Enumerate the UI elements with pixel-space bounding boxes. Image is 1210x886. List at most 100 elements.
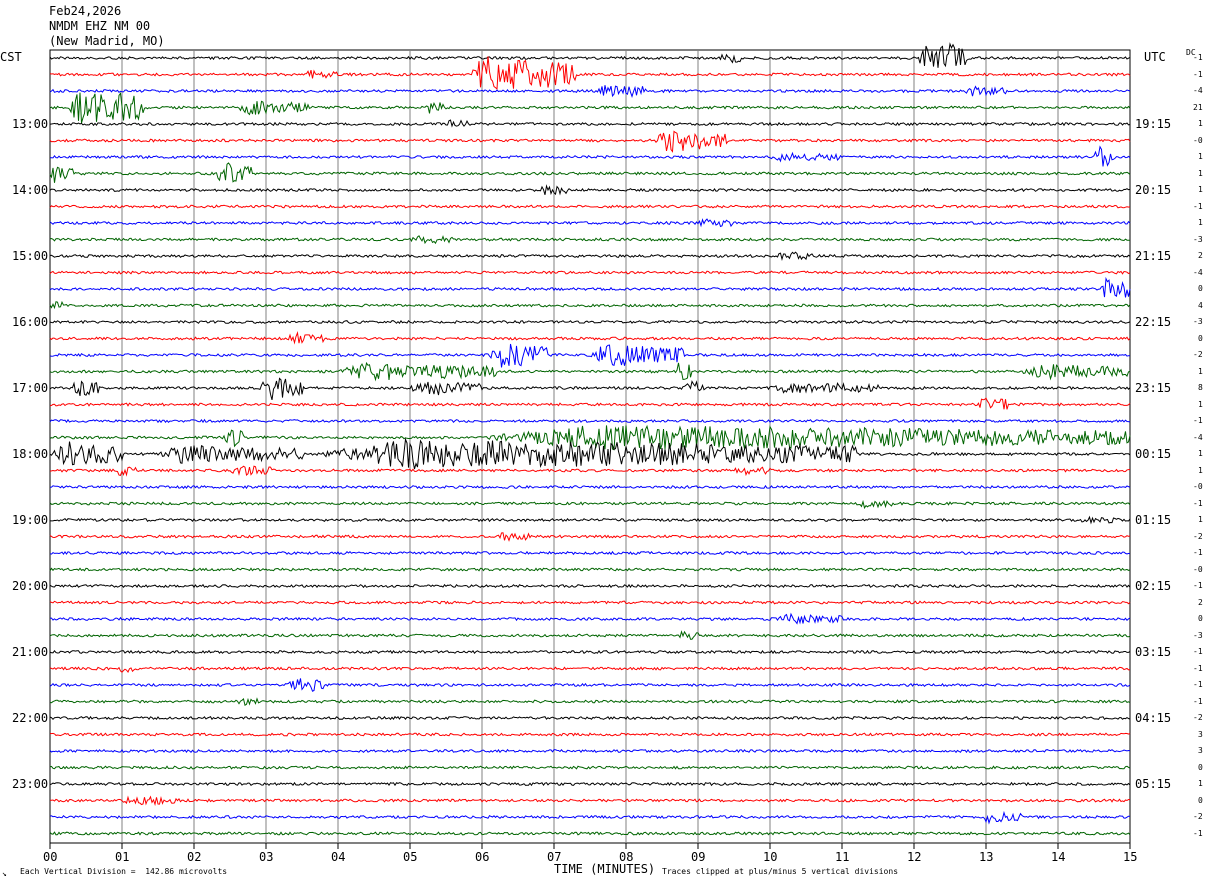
trace-line [49,600,1131,605]
trace-line [49,361,1131,382]
x-tick-label: 03 [259,850,274,864]
dc-offset-label: -0 [1193,564,1203,574]
x-tick-label: 05 [403,850,418,864]
dc-offset-label: -1 [1193,498,1203,508]
hour-label-left: 17:00 [12,381,49,395]
trace-line [49,235,1131,245]
x-tick-label: 12 [907,850,922,864]
trace-line [49,42,1131,68]
hour-label-right: 04:15 [1135,711,1172,725]
hour-label-right: 22:15 [1135,315,1172,329]
trace-line [49,276,1131,298]
hour-label-right: 19:15 [1135,117,1172,131]
dc-offset-label: -1 [1193,647,1203,656]
dc-offset-label: 2 [1198,597,1203,607]
trace-line [50,145,1131,167]
dc-offset-label: -3 [1193,317,1203,326]
hour-label-left: 18:00 [12,447,49,461]
dc-offset-label: -1 [1193,696,1203,706]
trace-line [49,56,1131,90]
hour-label-left: 20:00 [12,579,49,593]
hour-label-right: 21:15 [1135,249,1172,263]
trace-line [49,119,1131,128]
dc-offset-label: 3 [1198,729,1203,739]
dc-offset-label: -3 [1193,234,1203,244]
trace-line [49,567,1131,572]
trace-line [49,418,1131,424]
x-tick-label: 09 [691,850,706,864]
trace-line [49,810,1130,825]
trace-line [49,218,1131,228]
trace-line [49,748,1131,754]
trace-line [49,465,1131,477]
dc-offset-label: 1 [1198,152,1203,161]
dc-offset-label: -3 [1193,630,1203,640]
hour-label-left: 22:00 [12,711,49,725]
trace-line [49,343,1130,368]
trace-line [49,765,1131,770]
dc-offset-label: 1 [1198,515,1203,524]
trace-line [49,437,1131,470]
hour-label-left: 23:00 [12,777,49,791]
scale-note: Each Vertical Division = 142.86 microvol… [20,867,228,876]
dc-offset-label: -1 [1193,548,1203,557]
dc-offset-label: -4 [1193,267,1203,277]
trace-line [49,397,1131,410]
trace-line [50,515,1131,525]
trace-line [49,831,1131,836]
trace-line [49,377,1131,401]
dc-offset-label: -2 [1193,531,1203,541]
trace-line [49,484,1131,490]
dc-offset-label: 1 [1198,366,1203,376]
dc-offset-label: 0 [1198,614,1203,623]
hour-label-right: 23:15 [1135,381,1172,395]
clip-note: Traces clipped at plus/minus 5 vertical … [662,867,899,876]
x-tick-label: 04 [331,850,346,864]
dc-offset-label: 1 [1198,218,1203,227]
trace-line [49,204,1131,209]
trace-line [49,697,1131,706]
seismogram-plot [49,42,1131,849]
x-tick-label: 10 [763,850,778,864]
dc-offset-label: -1 [1193,201,1203,211]
trace-line [49,319,1131,325]
dc-offset-label: 2 [1198,251,1203,260]
dc-offset-label: 0 [1198,795,1203,805]
dc-offset-label: 1 [1198,449,1203,458]
trace-line [49,678,1131,692]
trace-line [49,251,1131,261]
dc-offset-label: -4 [1193,432,1203,442]
dc-offset-label: 4 [1198,300,1203,310]
trace-line [49,184,1131,196]
dc-offset-label: 8 [1198,383,1203,392]
trace-line [49,583,1131,589]
trace-line [49,331,1131,345]
trace-line [49,162,1131,183]
dc-offset-label: -1 [1193,416,1203,425]
dc-offset-label: 1 [1198,185,1203,194]
dc-offset-label: 3 [1198,746,1203,755]
x-tick-label: 14 [1051,850,1066,864]
dc-offset-label: 1 [1198,465,1203,475]
trace-line [49,666,1131,673]
trace-line [49,424,1131,451]
dc-offset-label: -1 [1193,581,1203,590]
hour-label-right: 05:15 [1135,777,1172,791]
trace-line [49,300,1131,310]
x-tick-label: 15 [1123,850,1138,864]
dc-offset-label: 1 [1198,168,1203,178]
x-tick-label: 13 [979,850,994,864]
trace-line [49,715,1131,721]
trace-line [50,612,1131,625]
trace-line [49,550,1131,556]
hour-label-right: 00:15 [1135,447,1172,461]
trace-line [49,649,1131,655]
dc-offset-label: -0 [1193,482,1203,491]
trace-line [50,795,1131,807]
trace-line [49,499,1131,510]
trace-line [49,130,1131,153]
dc-offset-label: -1 [1193,69,1203,79]
x-tick-label: 06 [475,850,490,864]
scale-note-icon: ↘ [2,869,7,878]
hour-label-left: 19:00 [12,513,49,527]
